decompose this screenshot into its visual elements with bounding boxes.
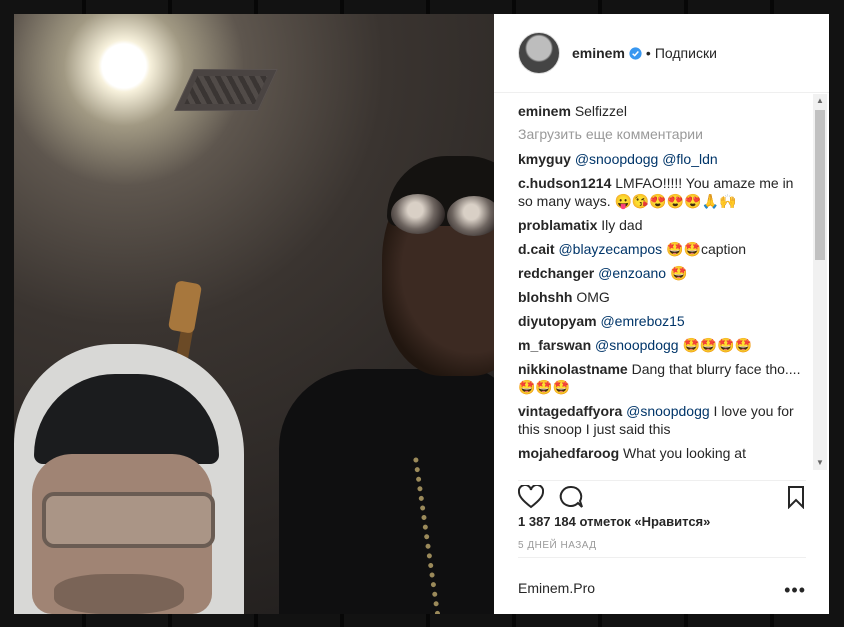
comment-text: caption <box>700 241 747 257</box>
comment-username[interactable]: kmyguy <box>518 151 571 167</box>
comment-item: diyutopyam @emreboz15 <box>518 312 804 330</box>
comment-emoji: 🤩🤩🤩 <box>518 379 571 395</box>
scroll-up-arrow-icon[interactable]: ▲ <box>815 96 825 106</box>
comment-mentions[interactable]: @enzoano <box>598 265 666 281</box>
comment-username[interactable]: diyutopyam <box>518 313 597 329</box>
scroll-down-arrow-icon[interactable]: ▼ <box>815 458 825 468</box>
post-modal: eminem • Подписки eminem Selfizzel Загру… <box>14 14 829 614</box>
comment-item: nikkinolastname Dang that blurry face th… <box>518 360 804 396</box>
comment-item: problamatix Ily dad <box>518 216 804 234</box>
avatar[interactable] <box>518 32 560 74</box>
comment-emoji: 🤩 <box>669 265 688 281</box>
caption-text: Selfizzel <box>574 103 627 119</box>
comment-item: d.cait @blayzecampos 🤩🤩caption <box>518 240 804 258</box>
comment-icon[interactable] <box>558 485 584 509</box>
comment-item: vintagedaffyora @snoopdogg I love you fo… <box>518 402 804 438</box>
comment-username[interactable]: nikkinolastname <box>518 361 628 377</box>
comment-mentions[interactable]: @snoopdogg <box>595 337 679 353</box>
comment-username[interactable]: blohshh <box>518 289 572 305</box>
person-left-glasses <box>42 492 215 548</box>
follow-button[interactable]: Подписки <box>655 45 717 61</box>
scrollbar-thumb[interactable] <box>815 110 825 260</box>
bookmark-icon[interactable] <box>786 485 806 509</box>
more-options-icon[interactable]: ••• <box>784 580 806 601</box>
footer: Eminem.Pro ••• <box>518 557 806 614</box>
ceiling-vent <box>174 69 278 111</box>
comment-item: mojahedfaroog What you looking at <box>518 444 804 462</box>
guitar-head <box>167 280 203 334</box>
comment-mentions[interactable]: @snoopdogg @flo_ldn <box>575 151 718 167</box>
comment-item: blohshh OMG <box>518 288 804 306</box>
username-link[interactable]: eminem <box>572 45 625 61</box>
comments-list: eminem Selfizzel Загрузить еще комментар… <box>518 102 804 468</box>
comment-text: Ily dad <box>601 217 643 233</box>
comment-mentions[interactable]: @blayzecampos <box>558 241 662 257</box>
person-right-glasses <box>391 194 494 236</box>
separator-dot: • <box>645 45 651 61</box>
comment-username[interactable]: vintagedaffyora <box>518 403 622 419</box>
comment-username[interactable]: c.hudson1214 <box>518 175 611 191</box>
comment-username[interactable]: d.cait <box>518 241 555 257</box>
action-bar <box>518 480 806 511</box>
comments-scrollbar[interactable]: ▲ ▼ <box>813 94 827 470</box>
comment-emoji: 🤩🤩 <box>666 241 701 257</box>
likes-count[interactable]: 1 387 184 отметок «Нравится» <box>518 514 710 529</box>
comment-text: What you looking at <box>623 445 746 461</box>
comment-item: kmyguy @snoopdogg @flo_ldn <box>518 150 804 168</box>
comment-username[interactable]: problamatix <box>518 217 597 233</box>
comment-text: OMG <box>576 289 610 305</box>
caption-username[interactable]: eminem <box>518 103 571 119</box>
post-header: eminem • Подписки <box>494 14 829 93</box>
comment-mentions[interactable]: @snoopdogg <box>626 403 710 419</box>
footer-label: Eminem.Pro <box>518 580 596 596</box>
verified-badge-icon <box>629 46 642 60</box>
comment-username[interactable]: m_farswan <box>518 337 591 353</box>
load-more-comments-link[interactable]: Загрузить еще комментарии <box>518 126 804 142</box>
heart-icon[interactable] <box>518 485 544 509</box>
comment-username[interactable]: redchanger <box>518 265 594 281</box>
caption: eminem Selfizzel <box>518 102 804 120</box>
post-photo[interactable] <box>14 14 494 614</box>
person-left-beard <box>54 574 184 614</box>
comment-mentions[interactable]: @emreboz15 <box>600 313 684 329</box>
comment-item: m_farswan @snoopdogg 🤩🤩🤩🤩 <box>518 336 804 354</box>
comment-item: c.hudson1214 LMFAO!!!!! You amaze me in … <box>518 174 804 210</box>
comment-text: Dang that blurry face tho.... <box>631 361 801 377</box>
comment-username[interactable]: mojahedfaroog <box>518 445 619 461</box>
post-sidebar: eminem • Подписки eminem Selfizzel Загру… <box>494 14 829 614</box>
comment-emoji: 😛😘😍😍😍🙏🙌 <box>614 193 737 209</box>
post-time[interactable]: 5 ДНЕЙ НАЗАД <box>518 540 597 551</box>
comment-emoji: 🤩🤩🤩🤩 <box>682 337 753 353</box>
comment-item: redchanger @enzoano 🤩 <box>518 264 804 282</box>
